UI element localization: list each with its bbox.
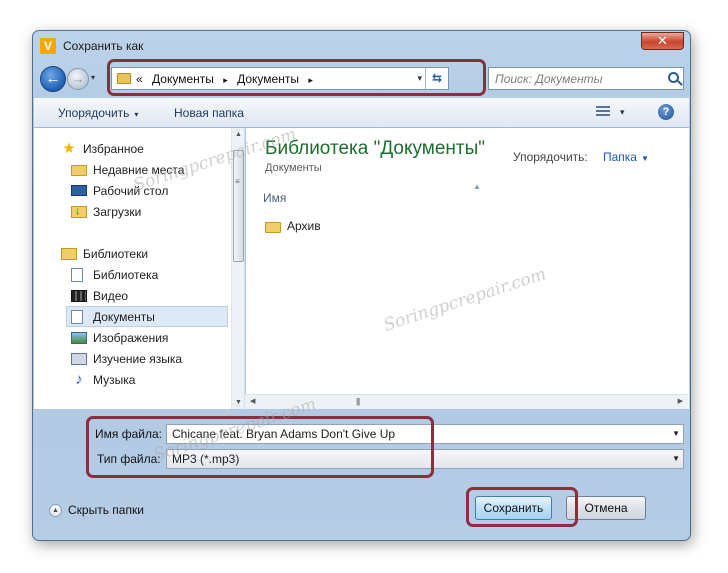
hide-folders-label: Скрыть папки <box>68 503 144 517</box>
library-icon <box>71 267 83 282</box>
nav-item-recent-places[interactable]: Недавние места <box>71 159 184 180</box>
nav-item-label: Изучение языка <box>93 351 183 366</box>
folder-icon <box>117 73 131 84</box>
nav-libraries[interactable]: Библиотеки <box>61 243 148 264</box>
back-button[interactable]: ← <box>40 66 66 92</box>
address-dropdown-icon[interactable]: ▾ <box>417 73 422 84</box>
refresh-button[interactable]: ⇆ <box>425 68 448 89</box>
chevron-up-icon: ▲ <box>49 503 62 517</box>
nav-item-video[interactable]: Видео <box>71 285 128 306</box>
search-icon[interactable] <box>668 72 679 83</box>
filename-label: Имя файла: <box>95 427 162 441</box>
breadcrumb-item[interactable]: Документы <box>152 72 214 86</box>
filename-input[interactable]: Chicane feat. Bryan Adams Don't Give Up … <box>166 424 684 444</box>
documents-icon <box>71 309 83 324</box>
close-button[interactable]: ✕ <box>641 32 684 50</box>
language-icon <box>71 352 87 365</box>
search-placeholder: Поиск: Документы <box>495 72 603 86</box>
breadcrumb-separator-icon[interactable]: ▸ <box>223 75 228 85</box>
folder-icon <box>265 221 281 233</box>
sort-ascending-icon: ▲ <box>473 182 481 191</box>
nav-item-label: Рабочий стол <box>93 183 169 198</box>
chevron-down-icon: ▾ <box>134 110 139 119</box>
view-dropdown-icon[interactable]: ▾ <box>620 107 625 118</box>
nav-item-label: Библиотека <box>93 267 159 282</box>
organize-label: Упорядочить <box>58 106 130 120</box>
nav-item-library[interactable]: Библиотека <box>71 264 158 285</box>
list-item-name: Архив <box>287 219 321 233</box>
nav-item-label: Загрузки <box>93 204 142 219</box>
nav-item-music[interactable]: ♪ Музыка <box>71 369 135 390</box>
star-icon: ★ <box>62 139 76 157</box>
nav-item-label: Музыка <box>93 372 136 387</box>
breadcrumb-item[interactable]: Документы <box>237 72 299 86</box>
arrange-by-dropdown[interactable]: Папка ▼ <box>603 150 649 164</box>
breadcrumb-separator-icon[interactable]: ▸ <box>308 75 313 85</box>
scroll-grip-icon: ||| <box>356 397 360 406</box>
nav-pane-scrollbar[interactable]: ▲ ≡ ▼ <box>231 128 244 409</box>
nav-favorites[interactable]: ★ Избранное <box>61 138 144 159</box>
nav-item-label: Документы <box>93 309 155 324</box>
nav-item-desktop[interactable]: Рабочий стол <box>71 180 168 201</box>
hide-folders-toggle[interactable]: ▲ Скрыть папки <box>49 503 144 517</box>
scroll-grip-icon: ≡ <box>235 177 240 186</box>
nav-item-label: Изображения <box>93 330 169 345</box>
save-button[interactable]: Сохранить <box>475 496 552 520</box>
desktop-icon <box>71 185 87 196</box>
arrange-by-label: Упорядочить: <box>513 150 588 164</box>
breadcrumb: « Документы ▸ Документы ▸ <box>136 72 319 86</box>
nav-item-label: Недавние места <box>93 162 185 177</box>
file-list-horizontal-scrollbar[interactable]: ◀ ||| ▶ <box>245 394 688 409</box>
scroll-down-icon[interactable]: ▼ <box>235 399 242 406</box>
chevron-down-icon: ▼ <box>640 154 649 163</box>
nav-item-documents[interactable]: Документы <box>66 306 228 327</box>
history-dropdown-icon[interactable]: ▾ <box>91 73 95 82</box>
images-icon <box>71 331 87 344</box>
save-as-dialog: V Сохранить как ✕ ← → ▾ « Документы ▸ До… <box>32 30 691 541</box>
nav-item-images[interactable]: Изображения <box>71 327 168 348</box>
nav-item-downloads[interactable]: Загрузки <box>71 201 141 222</box>
navigation-bar: ← → ▾ « Документы ▸ Документы ▸ ▾ ⇆ Поис… <box>33 62 690 96</box>
libraries-icon <box>61 247 77 260</box>
filetype-value: MP3 (*.mp3) <box>172 452 240 466</box>
music-icon: ♪ <box>75 370 83 388</box>
nav-item-language[interactable]: Изучение языка <box>71 348 182 369</box>
list-item[interactable]: Архив <box>265 219 321 233</box>
downloads-icon <box>71 205 87 218</box>
arrange-by-value: Папка <box>603 150 637 164</box>
library-subtitle: Документы <box>265 162 322 174</box>
navigation-pane: ★ Избранное Недавние места Рабочий стол … <box>34 128 245 409</box>
filename-history-dropdown-icon[interactable]: ▼ <box>672 429 680 438</box>
search-input[interactable]: Поиск: Документы <box>488 67 684 90</box>
command-toolbar: Упорядочить ▾ Новая папка ▾ ? <box>34 98 689 128</box>
filename-value: Chicane feat. Bryan Adams Don't Give Up <box>172 427 396 441</box>
video-icon <box>71 289 87 302</box>
help-icon[interactable]: ? <box>658 104 674 120</box>
file-list-pane: Библиотека "Документы" Документы Упорядо… <box>246 128 689 409</box>
nav-item-label: Видео <box>93 288 129 303</box>
scrollbar-thumb[interactable] <box>233 150 244 262</box>
column-header-name[interactable]: Имя <box>263 191 286 205</box>
nav-favorites-label: Избранное <box>83 141 144 156</box>
recent-places-icon <box>71 165 87 176</box>
save-form: Имя файла: Chicane feat. Bryan Adams Don… <box>34 409 689 469</box>
scroll-up-icon[interactable]: ▲ <box>235 131 242 138</box>
scroll-left-icon[interactable]: ◀ <box>250 397 255 405</box>
filetype-label: Тип файла: <box>97 452 161 466</box>
organize-menu-button[interactable]: Упорядочить ▾ <box>58 106 138 120</box>
window-title: Сохранить как <box>63 39 144 53</box>
nav-libraries-label: Библиотеки <box>83 246 149 261</box>
forward-button[interactable]: → <box>67 68 89 90</box>
scroll-right-icon[interactable]: ▶ <box>678 397 683 405</box>
address-bar[interactable]: « Документы ▸ Документы ▸ ▾ ⇆ <box>111 67 449 90</box>
view-options-icon[interactable] <box>596 106 610 118</box>
app-logo-icon: V <box>40 38 56 54</box>
title-bar[interactable]: V Сохранить как ✕ <box>33 31 690 61</box>
library-title: Библиотека "Документы" <box>265 138 486 159</box>
chevron-down-icon[interactable]: ▼ <box>672 454 680 463</box>
cancel-button[interactable]: Отмена <box>566 496 646 520</box>
new-folder-button[interactable]: Новая папка <box>174 106 244 120</box>
filetype-select[interactable]: MP3 (*.mp3) ▼ <box>166 449 684 469</box>
breadcrumb-overflow[interactable]: « <box>136 72 143 86</box>
